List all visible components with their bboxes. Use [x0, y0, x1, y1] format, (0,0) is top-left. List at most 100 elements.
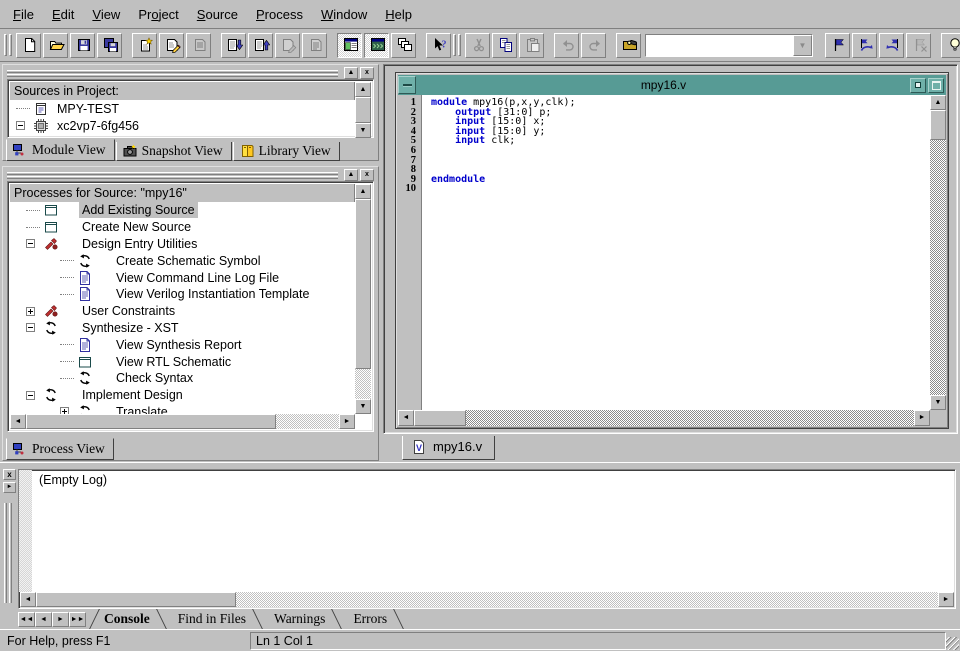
tree-item-view-verilog-instantiation-template[interactable]: View Verilog Instantiation Template	[10, 286, 355, 303]
scroll-track[interactable]	[236, 592, 938, 607]
menu-window[interactable]: Window	[312, 3, 376, 26]
tree-item-label[interactable]: Translate	[113, 404, 171, 414]
resize-grip[interactable]	[946, 637, 959, 650]
scroll-right-icon[interactable]: ►	[938, 592, 954, 607]
toolbar-grip[interactable]	[453, 34, 456, 56]
help-select-button[interactable]: ?	[426, 33, 451, 58]
maximize-window-button[interactable]	[928, 78, 944, 93]
sources-panel-gripper[interactable]: ▲ x	[7, 67, 374, 79]
close-console-button[interactable]: x	[3, 469, 16, 480]
scroll-up-icon[interactable]: ▲	[355, 184, 371, 199]
lightbulb-button[interactable]	[941, 33, 960, 58]
save-button[interactable]	[70, 33, 95, 58]
tree-item-label[interactable]: Implement Design	[79, 387, 186, 403]
prev-bookmark-button[interactable]	[879, 33, 904, 58]
tree-item-create-schematic-symbol[interactable]: Create Schematic Symbol	[10, 252, 355, 269]
tree-item-add-existing-source[interactable]: Add Existing Source	[10, 202, 355, 219]
combo-dropdown-icon[interactable]: ▼	[793, 35, 812, 56]
menu-edit[interactable]: Edit	[43, 3, 83, 26]
collapse-expander-icon[interactable]	[26, 391, 40, 400]
process-panel-gripper[interactable]: ▲ x	[7, 169, 374, 181]
code-area[interactable]: module mpy16(p,x,y,clk); output [31:0] p…	[422, 95, 930, 410]
tree-item-label[interactable]: xc2vp7-6fg456	[54, 118, 142, 134]
collapse-expander-icon[interactable]	[16, 121, 30, 130]
tab-warnings[interactable]: Warnings	[264, 609, 343, 629]
scroll-thumb[interactable]	[930, 110, 946, 140]
tree-item-label[interactable]: View RTL Schematic	[113, 354, 234, 370]
editor-vscrollbar[interactable]: ▲ ▼	[930, 95, 946, 410]
console-hscrollbar[interactable]: ◄ ►	[20, 592, 954, 607]
tab-find-in-files[interactable]: Find in Files	[168, 609, 264, 629]
collapse-expander-icon[interactable]	[26, 239, 40, 248]
tree-item-translate[interactable]: Translate	[10, 404, 355, 414]
scroll-track[interactable]	[930, 140, 946, 395]
menu-project[interactable]: Project	[129, 3, 187, 26]
tree-item-view-rtl-schematic[interactable]: View RTL Schematic	[10, 353, 355, 370]
menu-source[interactable]: Source	[188, 3, 247, 26]
new-file-button[interactable]	[16, 33, 41, 58]
scroll-right-icon[interactable]: ►	[914, 410, 930, 426]
editor-hscrollbar[interactable]: ◄ ►	[398, 410, 930, 426]
tree-item-xc2vp7-6fg456[interactable]: xc2vp7-6fg456	[10, 117, 355, 134]
collapse-pane-button[interactable]: ▲	[344, 169, 358, 181]
new-source-button[interactable]	[132, 33, 157, 58]
scroll-track[interactable]	[276, 414, 339, 429]
tree-item-implement-design[interactable]: Implement Design	[10, 387, 355, 404]
tab-process-view[interactable]: Process View	[6, 438, 114, 460]
scroll-down-icon[interactable]: ▼	[355, 123, 371, 138]
menu-help[interactable]: Help	[376, 3, 421, 26]
console-gripper[interactable]	[4, 503, 7, 603]
tree-item-label[interactable]: View Command Line Log File	[113, 270, 282, 286]
gripper-lines[interactable]	[7, 171, 338, 180]
scroll-thumb[interactable]	[355, 97, 371, 123]
scroll-up-icon[interactable]: ▲	[355, 82, 371, 97]
window-system-menu-button[interactable]	[398, 76, 416, 94]
add-source-button[interactable]	[221, 33, 246, 58]
restore-window-button[interactable]	[910, 78, 926, 93]
close-pane-button[interactable]: x	[360, 169, 374, 181]
scroll-up-icon[interactable]: ▲	[930, 95, 946, 110]
menu-process[interactable]: Process	[247, 3, 312, 26]
tree-item-user-constraints[interactable]: User Constraints	[10, 303, 355, 320]
cascade-windows-button[interactable]	[391, 33, 416, 58]
scroll-down-icon[interactable]: ▼	[355, 399, 371, 414]
scroll-down-icon[interactable]: ▼	[930, 395, 946, 410]
next-bookmark-button[interactable]	[852, 33, 877, 58]
console-gripper[interactable]	[9, 503, 12, 603]
prev-tab-icon[interactable]: ◄	[35, 612, 52, 627]
process-vscrollbar[interactable]: ▲ ▼	[355, 184, 371, 414]
tree-item-label[interactable]: Design Entry Utilities	[79, 236, 200, 252]
tree-item-synthesize-xst[interactable]: Synthesize - XST	[10, 320, 355, 337]
expand-console-button[interactable]: ►	[3, 482, 16, 493]
find-in-files-button[interactable]	[616, 33, 641, 58]
tab-errors[interactable]: Errors	[343, 609, 405, 629]
tree-item-label[interactable]: Check Syntax	[113, 370, 196, 386]
tree-item-check-syntax[interactable]: Check Syntax	[10, 370, 355, 387]
toggle-processes-pane-button[interactable]	[364, 33, 389, 58]
toolbar-grip[interactable]	[4, 34, 7, 56]
toolbar-grip[interactable]	[9, 34, 12, 56]
tree-item-label[interactable]: Create Schematic Symbol	[113, 253, 264, 269]
scroll-left-icon[interactable]: ◄	[20, 592, 36, 607]
tree-item-design-entry-utilities[interactable]: Design Entry Utilities	[10, 236, 355, 253]
tab-console[interactable]: Console	[94, 609, 168, 629]
tab-module-view[interactable]: Module View	[6, 139, 115, 161]
save-all-button[interactable]	[97, 33, 122, 58]
find-text-input[interactable]	[646, 35, 793, 56]
sources-vscrollbar[interactable]: ▲ ▼	[355, 82, 371, 135]
last-tab-icon[interactable]: ►►	[69, 612, 86, 627]
add-copy-of-source-button[interactable]	[248, 33, 273, 58]
tree-item-label[interactable]: View Verilog Instantiation Template	[113, 286, 312, 302]
tree-item-label[interactable]: MPY-TEST	[54, 101, 122, 117]
editor-window-titlebar[interactable]: mpy16.v	[398, 75, 946, 95]
scroll-right-icon[interactable]: ►	[339, 414, 355, 429]
tree-item-create-new-source[interactable]: Create New Source	[10, 219, 355, 236]
close-pane-button[interactable]: x	[360, 67, 374, 79]
tree-item-label[interactable]: User Constraints	[79, 303, 178, 319]
first-tab-icon[interactable]: ◄◄	[18, 612, 35, 627]
scroll-track[interactable]	[466, 410, 914, 426]
tree-item-view-synthesis-report[interactable]: View Synthesis Report	[10, 336, 355, 353]
scroll-track[interactable]	[355, 369, 371, 399]
open-file-button[interactable]	[43, 33, 68, 58]
tab-mpy16-v[interactable]: V mpy16.v	[402, 436, 495, 460]
